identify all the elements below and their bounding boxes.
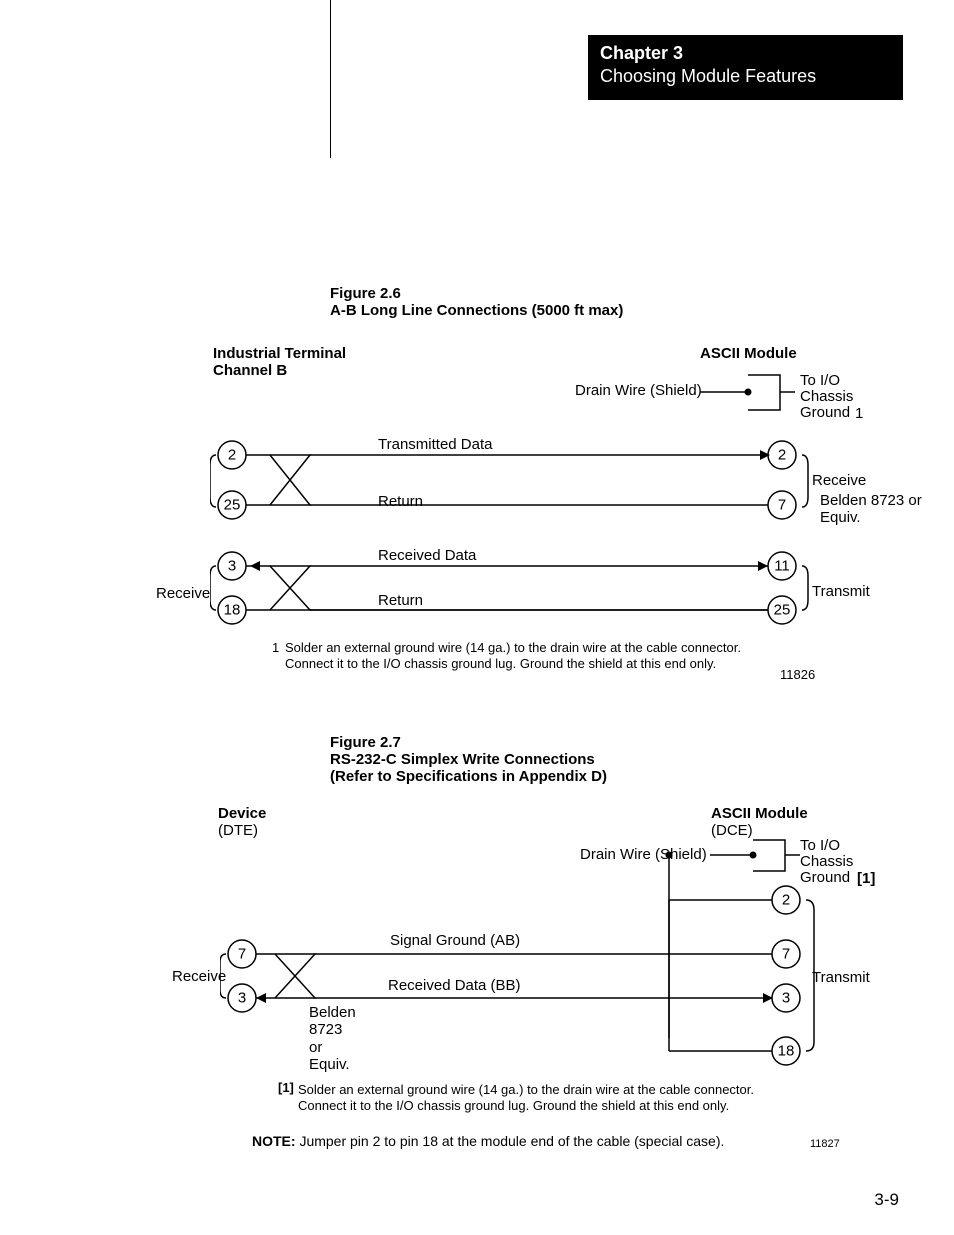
figure-27-caption: Figure 2.7 RS-232-C Simplex Write Connec… <box>330 734 607 785</box>
fig26-receive-bottom: Receive <box>156 585 210 602</box>
svg-text:7: 7 <box>238 946 246 963</box>
fig26-diagram: 2 25 3 18 2 7 11 25 <box>210 370 870 630</box>
svg-text:3: 3 <box>238 990 246 1007</box>
fig26-footnote: Solder an external ground wire (14 ga.) … <box>285 640 741 673</box>
svg-text:7: 7 <box>782 946 790 963</box>
svg-text:11: 11 <box>774 558 790 575</box>
svg-text:25: 25 <box>774 602 791 619</box>
fig26-footref: 1 <box>272 640 279 655</box>
chapter-subtitle: Choosing Module Features <box>600 66 891 87</box>
svg-text:18: 18 <box>224 602 241 619</box>
fig27-t2: (Refer to Specifications in Appendix D) <box>330 768 607 785</box>
fig27-receive: Receive <box>172 968 226 985</box>
chapter-label: Chapter 3 <box>600 43 891 64</box>
fig26-title: A-B Long Line Connections (5000 ft max) <box>330 302 623 319</box>
fig27-left-title: Device (DTE) <box>218 805 266 839</box>
header-divider <box>330 0 331 158</box>
fig27-right-title: ASCII Module (DCE) <box>711 805 808 839</box>
page-number: 3-9 <box>874 1190 899 1210</box>
chapter-header: Chapter 3 Choosing Module Features <box>588 35 903 100</box>
svg-text:18: 18 <box>778 1043 795 1060</box>
fig26-right-title: ASCII Module <box>700 345 797 362</box>
fig27-t1: RS-232-C Simplex Write Connections <box>330 751 595 768</box>
fig27-note: NOTE: Jumper pin 2 to pin 18 at the modu… <box>252 1133 724 1149</box>
svg-text:25: 25 <box>224 497 241 514</box>
fig27-diagno: 11827 <box>810 1138 840 1150</box>
svg-text:2: 2 <box>782 892 790 909</box>
fig27-footnote: Solder an external ground wire (14 ga.) … <box>298 1082 754 1115</box>
fig26-diagno: 11826 <box>780 667 815 682</box>
fig26-num: Figure 2.6 <box>330 285 401 302</box>
svg-text:3: 3 <box>228 558 236 575</box>
figure-26-caption: Figure 2.6 A-B Long Line Connections (50… <box>330 285 623 319</box>
svg-text:2: 2 <box>228 447 236 464</box>
fig27-diagram: 7 3 2 7 3 18 <box>220 838 870 1088</box>
svg-text:2: 2 <box>778 447 786 464</box>
fig27-num: Figure 2.7 <box>330 734 401 751</box>
fig27-footref: [1] <box>278 1080 294 1095</box>
svg-text:7: 7 <box>778 497 786 514</box>
svg-text:3: 3 <box>782 990 790 1007</box>
